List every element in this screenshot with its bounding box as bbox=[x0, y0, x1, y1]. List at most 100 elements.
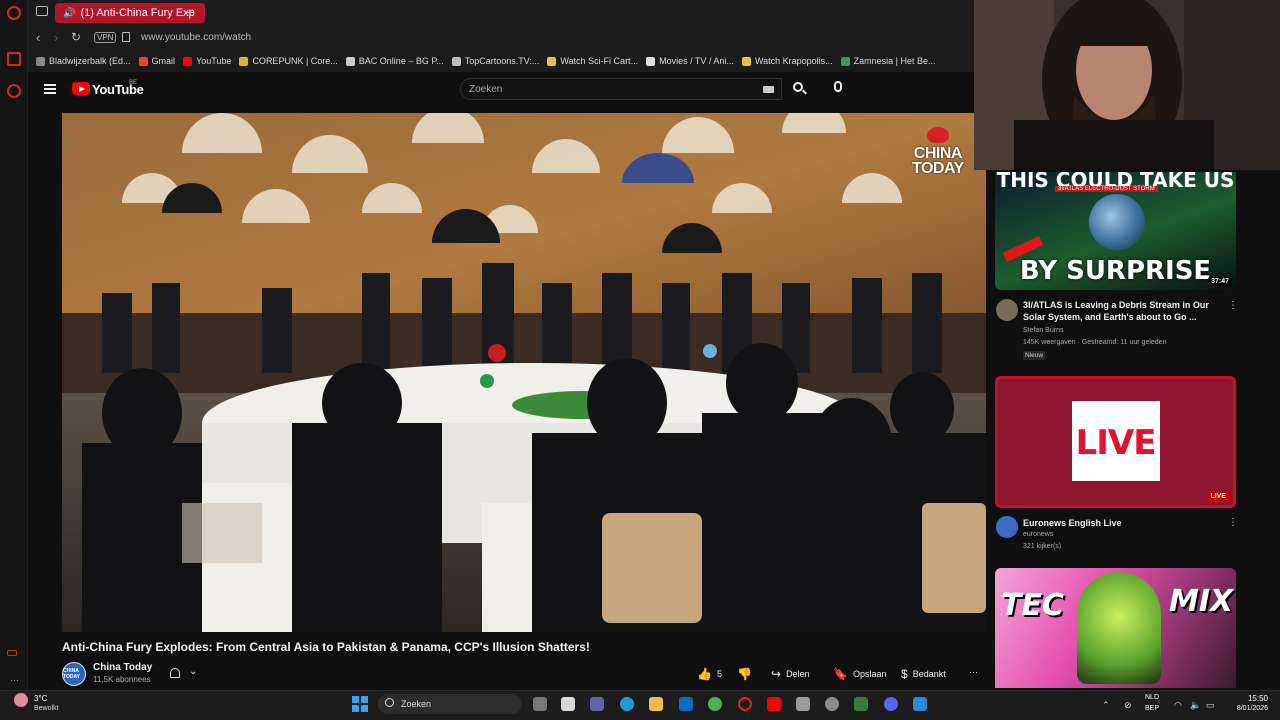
windows-start-icon[interactable] bbox=[352, 696, 368, 712]
volume-icon[interactable]: 🔈 bbox=[1190, 700, 1201, 711]
tray-chevron-up-icon[interactable]: ⌃ bbox=[1102, 700, 1110, 711]
weather-description[interactable]: Bewolkt bbox=[34, 705, 59, 712]
opera-logo-icon[interactable] bbox=[7, 6, 21, 20]
chrome-icon[interactable] bbox=[708, 697, 722, 711]
store-icon[interactable] bbox=[561, 697, 575, 711]
bookmark-item[interactable]: Watch Sci-Fi Cart... bbox=[547, 56, 638, 66]
outlook-icon[interactable] bbox=[679, 697, 693, 711]
save-label: Opslaan bbox=[852, 669, 887, 679]
settings-icon[interactable] bbox=[825, 697, 839, 711]
more-actions-button[interactable]: ··· bbox=[969, 667, 978, 677]
clock-date[interactable]: 8/01/2026 bbox=[1220, 705, 1268, 712]
windows-taskbar bbox=[0, 690, 1280, 720]
channel-watermark: CHINA TODAY bbox=[912, 127, 964, 177]
rec1-duration: 37:47 bbox=[1208, 277, 1232, 286]
task-view-icon[interactable] bbox=[533, 697, 547, 711]
bookmark-item[interactable]: Gmail bbox=[138, 56, 175, 66]
forward-button[interactable]: › bbox=[54, 30, 58, 45]
new-tab-button[interactable]: + bbox=[186, 4, 194, 20]
rec3-thumb-left-text: TEC bbox=[1001, 588, 1064, 623]
bookmark-label: Watch Sci-Fi Cart... bbox=[560, 56, 639, 66]
window-app-icon[interactable] bbox=[913, 697, 927, 711]
active-tab[interactable]: 🔊 (1) Anti-China Fury Exp bbox=[55, 3, 205, 23]
keyboard-icon[interactable] bbox=[763, 86, 774, 93]
rec-thumbnail-1[interactable]: THIS COULD TAKE US 3I/ATLAS ELECTRO-DUST… bbox=[995, 172, 1236, 290]
battery-icon[interactable]: ▭ bbox=[1206, 700, 1215, 711]
thumbs-down-icon: 👎 bbox=[737, 667, 752, 681]
save-button[interactable]: 🔖 Opslaan bbox=[833, 667, 886, 681]
tray-app-icon[interactable]: ⊘ bbox=[1124, 700, 1132, 711]
wifi-icon[interactable]: ◠ bbox=[1174, 700, 1182, 711]
bookmark-item[interactable]: Watch Krapopolis... bbox=[741, 56, 833, 66]
workspace-icon[interactable] bbox=[36, 6, 48, 16]
video-player[interactable]: CHINA TODAY bbox=[62, 113, 986, 632]
microphone-icon[interactable] bbox=[834, 81, 842, 92]
sidebar-history-icon[interactable] bbox=[7, 84, 21, 98]
rec1-meta: 145K weergaven · Gestreamd: 11 uur geled… bbox=[1023, 339, 1167, 346]
search-input[interactable] bbox=[469, 82, 749, 96]
bookmark-item[interactable]: Zamnesia | Het Be... bbox=[840, 56, 936, 66]
sidebar-extension-icon[interactable] bbox=[7, 650, 17, 656]
rec2-meta: 321 kijker(s) bbox=[1023, 543, 1062, 550]
url-field[interactable]: www.youtube.com/watch bbox=[141, 32, 251, 43]
bookmark-label: TopCartoons.TV:... bbox=[464, 56, 540, 66]
game-app-icon[interactable] bbox=[854, 697, 868, 711]
search-box bbox=[460, 78, 782, 100]
thanks-button[interactable]: $ Bedankt bbox=[901, 667, 946, 681]
menu-icon[interactable] bbox=[44, 84, 56, 94]
bookmark-item[interactable]: COREPUNK | Core... bbox=[239, 56, 338, 66]
watermark-line1: CHINA bbox=[913, 145, 963, 162]
weather-icon[interactable] bbox=[14, 693, 28, 707]
youtube-logo-icon[interactable] bbox=[72, 82, 90, 95]
youtube-header: YouTube BE bbox=[28, 72, 974, 112]
file-explorer-icon[interactable] bbox=[649, 697, 663, 711]
bookmark-item[interactable]: Movies / TV / Ani... bbox=[646, 56, 734, 66]
rec1-menu-icon[interactable]: ⋮ bbox=[1228, 300, 1238, 311]
share-button[interactable]: ↪ Delen bbox=[771, 667, 810, 681]
rec-thumbnail-2[interactable]: LIVE LIVE bbox=[995, 376, 1236, 508]
channel-name[interactable]: China Today bbox=[93, 662, 152, 673]
rec-thumbnail-3[interactable]: TEC MIX bbox=[995, 568, 1236, 688]
rec1-title[interactable]: 3I/ATLAS is Leaving a Debris Stream in O… bbox=[1023, 299, 1218, 323]
bookmark-item[interactable]: YouTube bbox=[183, 56, 231, 66]
channel-avatar[interactable]: CHINA TODAY bbox=[62, 662, 86, 686]
edge-icon[interactable] bbox=[620, 697, 634, 711]
teams-icon[interactable] bbox=[590, 697, 604, 711]
rec2-menu-icon[interactable]: ⋮ bbox=[1228, 517, 1238, 528]
share-label: Delen bbox=[786, 669, 810, 679]
search-button[interactable] bbox=[784, 79, 814, 99]
bookmark-item[interactable]: Bladwijzerbalk (Ed... bbox=[36, 56, 131, 66]
calculator-icon[interactable] bbox=[796, 697, 810, 711]
opera-icon[interactable] bbox=[738, 697, 752, 711]
rec2-title[interactable]: Euronews English Live bbox=[1023, 517, 1218, 529]
rec1-channel[interactable]: Stefan Burns bbox=[1023, 327, 1063, 334]
chevron-down-icon[interactable]: ⌄ bbox=[189, 666, 197, 677]
bell-icon[interactable] bbox=[170, 668, 180, 678]
taskbar-search[interactable] bbox=[378, 694, 522, 714]
rec1-channel-avatar[interactable] bbox=[996, 299, 1018, 321]
rec2-channel-avatar[interactable] bbox=[996, 516, 1018, 538]
back-button[interactable]: ‹ bbox=[36, 30, 40, 45]
keyboard-layout[interactable]: BEP bbox=[1145, 705, 1159, 712]
bookmark-icon: 🔖 bbox=[833, 667, 848, 681]
like-button[interactable]: 👍 5 bbox=[697, 667, 722, 681]
rec2-channel[interactable]: euronews bbox=[1023, 531, 1053, 538]
sidebar-bag-icon[interactable] bbox=[7, 52, 21, 66]
bookmark-favicon-icon bbox=[741, 56, 751, 66]
vpn-badge[interactable]: VPN bbox=[94, 32, 117, 43]
reload-button[interactable]: ↻ bbox=[71, 30, 81, 44]
bookmark-item[interactable]: BAC Online – BG P... bbox=[345, 56, 444, 66]
dislike-button[interactable]: 👎 bbox=[737, 667, 757, 681]
keyboard-language[interactable]: NLD bbox=[1145, 694, 1159, 701]
opera-sidebar: ··· bbox=[0, 0, 28, 690]
lock-icon[interactable] bbox=[122, 32, 130, 42]
bookmark-label: COREPUNK | Core... bbox=[252, 56, 338, 66]
youtube-app-icon[interactable] bbox=[767, 697, 781, 711]
discord-icon[interactable] bbox=[884, 697, 898, 711]
clock-time[interactable]: 15:50 bbox=[1220, 694, 1268, 703]
taskbar-search-label[interactable]: Zoeken bbox=[401, 699, 431, 709]
sidebar-more-icon[interactable]: ··· bbox=[10, 675, 19, 685]
bookmark-item[interactable]: TopCartoons.TV:... bbox=[451, 56, 540, 66]
weather-temperature[interactable]: 3°C bbox=[34, 694, 47, 703]
speaker-icon[interactable]: 🔊 bbox=[63, 8, 75, 19]
